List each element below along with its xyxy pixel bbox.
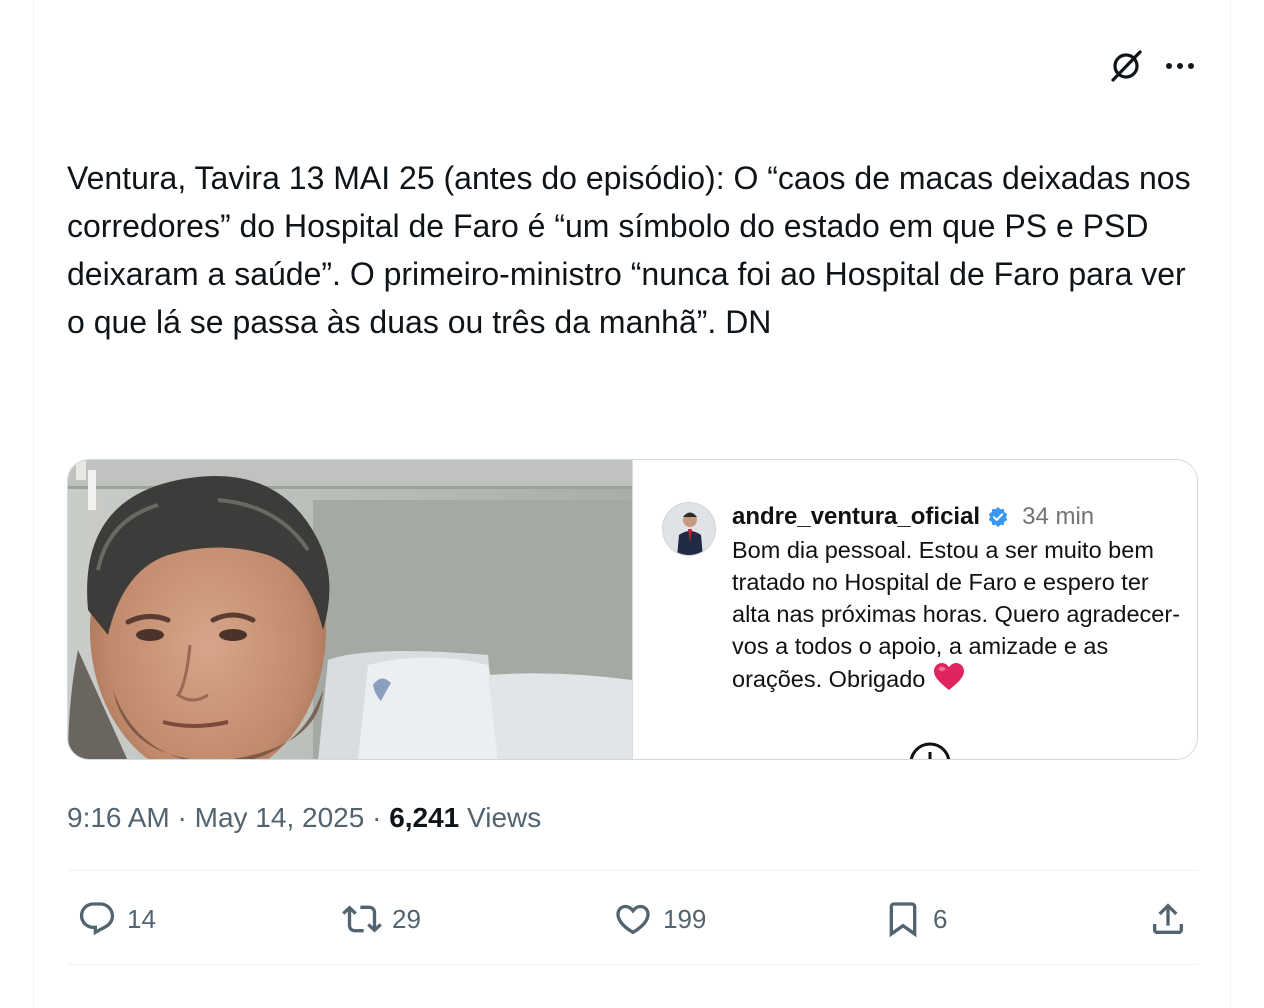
add-circle-icon xyxy=(907,740,953,759)
bookmark-icon xyxy=(889,902,917,938)
divider-top xyxy=(67,870,1198,871)
views-label: Views xyxy=(467,802,542,833)
heart-icon xyxy=(616,904,650,935)
reply-button[interactable]: 14 xyxy=(77,893,156,945)
tweet-text: Ventura, Tavira 13 MAI 25 (antes do epis… xyxy=(67,160,1200,340)
tweet-actions-bar: 14 29 199 6 xyxy=(67,893,1198,945)
tweet-date[interactable]: May 14, 2025 xyxy=(195,802,365,833)
story-username: andre_ventura_oficial xyxy=(732,503,981,530)
share-button[interactable] xyxy=(1148,893,1188,945)
story-time: 34 min xyxy=(1022,503,1095,530)
grok-icon[interactable] xyxy=(1108,48,1144,84)
verified-badge-icon xyxy=(987,506,1009,528)
tweet-meta: 9:16 AM · May 14, 2025 · 6,241 Views xyxy=(67,798,541,838)
share-icon xyxy=(1153,903,1183,934)
like-count: 199 xyxy=(663,903,707,934)
instagram-story-screenshot: andre_ventura_oficial 34 min Bom dia pes… xyxy=(632,460,1197,759)
tweet-top-actions xyxy=(1108,48,1196,84)
hospital-selfie-photo xyxy=(68,460,632,759)
repost-icon xyxy=(342,905,382,933)
repost-count: 29 xyxy=(392,903,421,934)
divider-bottom xyxy=(67,964,1198,965)
reply-icon xyxy=(79,902,115,936)
tweet-time[interactable]: 9:16 AM xyxy=(67,802,170,833)
repost-button[interactable]: 29 xyxy=(342,893,421,945)
views-count: 6,241 xyxy=(389,802,460,833)
bookmark-count: 6 xyxy=(933,903,948,934)
story-avatar xyxy=(662,502,716,556)
heart-emoji-icon xyxy=(933,662,965,700)
meta-separator: · xyxy=(177,802,187,833)
story-caption-wrap: Bom dia pessoal. Estou a ser muito bem t… xyxy=(732,534,1192,700)
story-header: andre_ventura_oficial 34 min xyxy=(732,502,1094,532)
like-button[interactable]: 199 xyxy=(613,893,706,945)
more-options-icon[interactable] xyxy=(1164,60,1196,72)
tweet-media[interactable]: andre_ventura_oficial 34 min Bom dia pes… xyxy=(67,459,1198,760)
meta-separator: · xyxy=(372,802,382,833)
reply-count: 14 xyxy=(127,903,156,934)
bookmark-button[interactable]: 6 xyxy=(883,893,947,945)
